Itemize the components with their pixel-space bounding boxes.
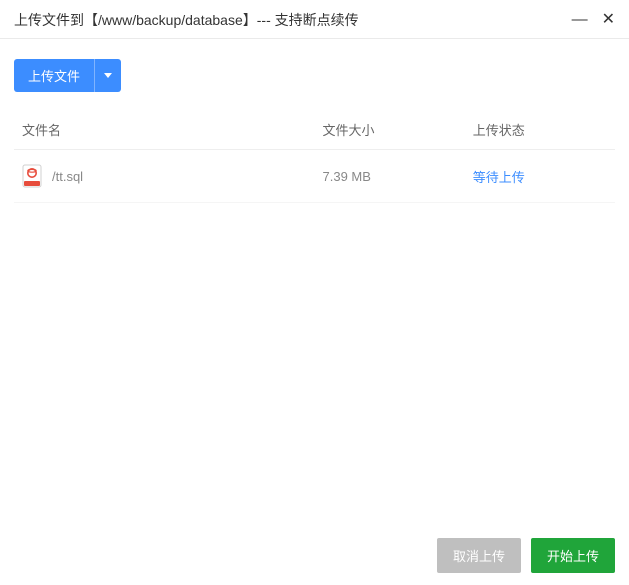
file-name: /tt.sql — [52, 169, 83, 184]
window-controls: — ✕ — [572, 12, 615, 28]
sql-file-icon — [22, 164, 42, 188]
col-header-size: 文件大小 — [315, 110, 465, 150]
file-size: 7.39 MB — [315, 150, 465, 203]
upload-dropdown-button[interactable] — [94, 59, 121, 92]
titlebar: 上传文件到【/www/backup/database】--- 支持断点续传 — … — [0, 0, 629, 39]
file-table-container: 文件名 文件大小 上传状态 /tt.sql — [0, 110, 629, 203]
footer: 取消上传 开始上传 — [437, 538, 615, 573]
file-table: 文件名 文件大小 上传状态 /tt.sql — [14, 110, 615, 203]
file-cell: /tt.sql — [22, 164, 307, 188]
chevron-down-icon — [104, 73, 112, 78]
minimize-icon[interactable]: — — [572, 12, 588, 28]
upload-button[interactable]: 上传文件 — [14, 59, 94, 92]
file-status[interactable]: 等待上传 — [473, 170, 525, 185]
close-icon[interactable]: ✕ — [602, 12, 615, 28]
start-button[interactable]: 开始上传 — [531, 538, 615, 573]
col-header-name: 文件名 — [14, 110, 315, 150]
col-header-status: 上传状态 — [465, 110, 615, 150]
table-row: /tt.sql 7.39 MB 等待上传 — [14, 150, 615, 203]
upload-button-group: 上传文件 — [14, 59, 121, 92]
toolbar: 上传文件 — [0, 39, 629, 110]
window-title: 上传文件到【/www/backup/database】--- 支持断点续传 — [14, 10, 359, 30]
cancel-button[interactable]: 取消上传 — [437, 538, 521, 573]
table-header-row: 文件名 文件大小 上传状态 — [14, 110, 615, 150]
